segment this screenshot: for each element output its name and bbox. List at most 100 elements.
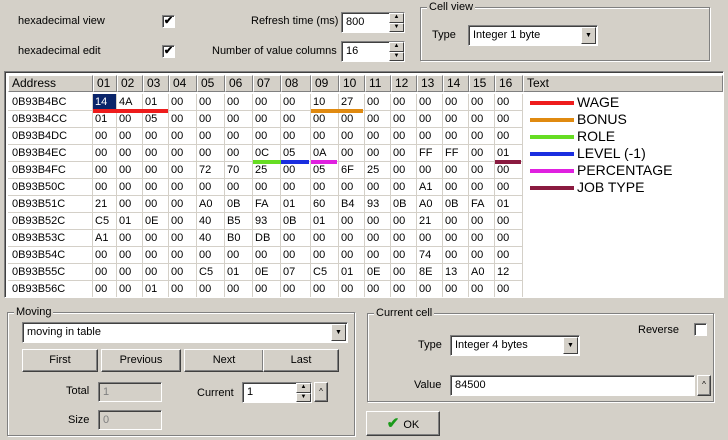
hex-cell[interactable]: 00 [169, 111, 197, 128]
header-col-03[interactable]: 03 [143, 75, 169, 92]
hex-cell[interactable]: A1 [417, 179, 443, 196]
hex-cell[interactable]: 00 [197, 94, 225, 111]
header-col-16[interactable]: 16 [495, 75, 523, 92]
hex-cell[interactable]: 0B [391, 196, 417, 213]
row-address[interactable]: 0B93B4EC [8, 145, 93, 162]
chevron-down-icon[interactable]: ▼ [563, 337, 578, 354]
hex-cell[interactable]: 00 [117, 162, 143, 179]
hex-cell[interactable]: 00 [391, 213, 417, 230]
refresh-spinner[interactable]: 800 ▲ ▼ [341, 12, 405, 33]
hex-cell[interactable]: 00 [495, 213, 523, 230]
hex-cell[interactable]: 00 [117, 247, 143, 264]
previous-button[interactable]: Previous [101, 349, 181, 372]
hex-cell[interactable]: 00 [339, 247, 365, 264]
hex-cell[interactable]: 00 [281, 94, 311, 111]
header-col-09[interactable]: 09 [311, 75, 339, 92]
hex-cell[interactable]: 00 [391, 145, 417, 162]
hex-cell[interactable]: 00 [443, 247, 469, 264]
hex-cell[interactable]: C5 [93, 213, 117, 230]
hex-cell[interactable]: B4 [339, 196, 365, 213]
hex-cell[interactable]: 00 [417, 162, 443, 179]
row-address[interactable]: 0B93B54C [8, 247, 93, 264]
header-col-04[interactable]: 04 [169, 75, 197, 92]
hex-cell[interactable]: 00 [391, 128, 417, 145]
current-cell-type-select[interactable]: Integer 4 bytes ▼ [450, 335, 580, 356]
hex-cell[interactable]: 00 [143, 230, 169, 247]
row-address[interactable]: 0B93B53C [8, 230, 93, 247]
hex-cell[interactable]: C5 [311, 264, 339, 281]
hex-cell[interactable]: 00 [143, 196, 169, 213]
row-address[interactable]: 0B93B56C [8, 281, 93, 297]
hex-cell[interactable]: 00 [443, 111, 469, 128]
hex-cell[interactable]: 05 [311, 162, 339, 179]
row-address[interactable]: 0B93B51C [8, 196, 93, 213]
hex-cell[interactable]: 00 [365, 145, 391, 162]
header-text[interactable]: Text [523, 75, 723, 92]
chevron-down-icon[interactable]: ▼ [331, 324, 346, 341]
hex-cell[interactable]: 00 [281, 179, 311, 196]
hex-cell[interactable]: 00 [225, 128, 253, 145]
hex-cell[interactable]: 00 [443, 162, 469, 179]
hex-cell[interactable]: 00 [365, 111, 391, 128]
hex-cell[interactable]: 00 [169, 179, 197, 196]
header-col-06[interactable]: 06 [225, 75, 253, 92]
hex-cell[interactable]: 00 [253, 247, 281, 264]
spin-up-icon[interactable]: ▲ [296, 383, 311, 393]
header-col-10[interactable]: 10 [339, 75, 365, 92]
hex-cell[interactable]: 05 [143, 111, 169, 128]
hex-cell[interactable]: 00 [469, 230, 495, 247]
hex-cell[interactable]: 70 [225, 162, 253, 179]
spin-down-icon[interactable]: ▼ [389, 22, 404, 32]
row-address[interactable]: 0B93B4DC [8, 128, 93, 145]
hex-cell[interactable]: 00 [225, 247, 253, 264]
hex-cell[interactable]: 00 [225, 281, 253, 297]
hex-cell[interactable]: 00 [281, 281, 311, 297]
hex-cell[interactable]: 00 [93, 264, 117, 281]
hex-cell[interactable]: 25 [365, 162, 391, 179]
hex-cell[interactable]: 00 [197, 111, 225, 128]
hex-cell[interactable]: 00 [339, 230, 365, 247]
hex-cell[interactable]: 93 [365, 196, 391, 213]
header-col-14[interactable]: 14 [443, 75, 469, 92]
hex-cell[interactable]: 07 [281, 264, 311, 281]
columns-spin-buttons[interactable]: ▲ ▼ [389, 42, 404, 61]
hex-cell[interactable]: 00 [311, 111, 339, 128]
hex-cell[interactable]: 00 [225, 145, 253, 162]
hex-cell[interactable]: 00 [365, 230, 391, 247]
hex-cell[interactable]: 21 [93, 196, 117, 213]
hex-cell[interactable]: 01 [117, 213, 143, 230]
header-address[interactable]: Address [8, 75, 93, 92]
hex-edit-checkbox[interactable]: ✔ [162, 45, 175, 58]
cell-view-type-select[interactable]: Integer 1 byte ▼ [468, 25, 598, 46]
row-address[interactable]: 0B93B4CC [8, 111, 93, 128]
hex-cell[interactable]: 00 [169, 128, 197, 145]
moving-mode-select[interactable]: moving in table ▼ [22, 322, 348, 343]
hex-cell[interactable]: 00 [281, 247, 311, 264]
hex-cell[interactable]: 0E [365, 264, 391, 281]
header-col-13[interactable]: 13 [417, 75, 443, 92]
header-col-01[interactable]: 01 [93, 75, 117, 92]
hex-cell[interactable]: 00 [495, 230, 523, 247]
hex-cell[interactable]: 00 [169, 264, 197, 281]
hex-cell[interactable]: FA [253, 196, 281, 213]
hex-cell[interactable]: 00 [253, 179, 281, 196]
header-col-08[interactable]: 08 [281, 75, 311, 92]
hex-cell[interactable]: 00 [391, 230, 417, 247]
hex-cell[interactable]: 00 [197, 281, 225, 297]
hex-cell[interactable]: 00 [93, 128, 117, 145]
hex-cell[interactable]: 00 [339, 145, 365, 162]
hex-cell[interactable]: 00 [143, 145, 169, 162]
hex-cell[interactable]: 00 [339, 213, 365, 230]
hex-cell[interactable]: 01 [143, 281, 169, 297]
hex-cell[interactable]: 00 [417, 230, 443, 247]
hex-cell[interactable]: 00 [417, 281, 443, 297]
hex-view-checkbox[interactable]: ✔ [162, 15, 175, 28]
hex-cell[interactable]: 00 [169, 145, 197, 162]
hex-grid[interactable]: Address 01 02 03 04 05 06 07 08 09 10 11 12 13 14 15 16 T… [4, 71, 724, 298]
current-spin-buttons[interactable]: ▲ ▼ [296, 383, 311, 402]
hex-cell[interactable]: 00 [311, 281, 339, 297]
hex-cell[interactable]: 00 [443, 230, 469, 247]
hex-cell[interactable]: 00 [169, 281, 197, 297]
hex-cell[interactable]: 00 [253, 94, 281, 111]
hex-cell[interactable]: 00 [93, 162, 117, 179]
